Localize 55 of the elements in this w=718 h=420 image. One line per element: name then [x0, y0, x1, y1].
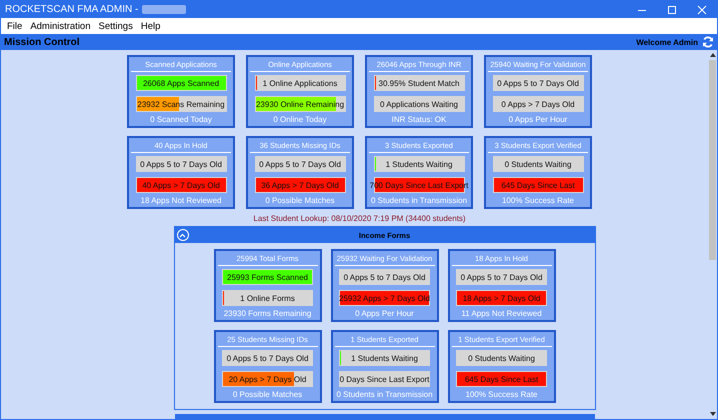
card-footer: 100% Success Rate	[502, 196, 574, 205]
scroll-down-icon[interactable]	[710, 412, 716, 416]
menu-item[interactable]: Help	[136, 20, 164, 32]
card-footer: 0 Apps Per Hour	[508, 115, 568, 124]
card-footer: INR Status: OK	[392, 115, 446, 124]
bar-label: 0 Apps 5 to 7 Days Old	[460, 272, 542, 282]
bar-label: 0 Apps 5 to 7 Days Old	[226, 354, 308, 362]
collapse-button[interactable]	[176, 229, 188, 241]
page-title: Mission Control	[4, 36, 80, 48]
bar-label: 36 Apps > 7 Days Old	[261, 180, 339, 190]
card-footer: 11 Apps Not Reviewed	[461, 309, 542, 318]
blurred-text	[142, 5, 186, 14]
bar-label: 1 Online Applications	[262, 78, 338, 88]
bar-label: 1 Online Forms	[240, 294, 295, 302]
scrollbar[interactable]	[708, 50, 717, 419]
bar-label: 40 Apps > 7 Days Old	[142, 180, 220, 190]
card-footer: 18 Apps Not Reviewed	[140, 196, 222, 205]
card-footer: 0 Students in Transmission	[336, 390, 433, 399]
maximize-icon	[667, 4, 677, 14]
bar-label: 26068 Apps Scanned	[142, 78, 220, 88]
scroll-up-icon[interactable]	[710, 53, 716, 57]
scroll-thumb[interactable]	[709, 60, 716, 260]
card-footer: 23930 Forms Remaining	[224, 309, 312, 318]
card-footer: 100% Success Rate	[465, 390, 538, 399]
bar-label: 0 Apps 5 to 7 Days Old	[497, 78, 579, 88]
bar-label: 645 Days Since Last	[501, 180, 575, 190]
menu-item[interactable]: File	[3, 20, 26, 32]
card-footer: 0 Scanned Today	[150, 115, 212, 124]
close-icon	[697, 4, 707, 14]
bar-label: 1 Students Waiting	[351, 354, 418, 362]
bar-label: 0 Apps > 7 Days Old	[501, 100, 575, 108]
menu-item[interactable]: Settings	[94, 20, 137, 32]
bar-label: 30.95% Student Match	[378, 78, 460, 88]
window-title: ROCKETSCAN FMA ADMIN -	[5, 4, 138, 15]
bar-label: 20 Apps > 7 Days Old	[228, 374, 306, 384]
last-lookup-text: Last Student Lookup: 08/10/2020 7:19 PM (34400 students)	[253, 214, 466, 223]
card-footer: 0 Students in Transmission	[370, 196, 468, 205]
bar-label: 645 Days Since Last	[464, 374, 538, 384]
card-footer: 0 Possible Matches	[265, 196, 335, 205]
bar-label: 1 Students Waiting	[386, 160, 452, 168]
bar-label: 0 Applications Waiting	[380, 100, 458, 108]
card-footer: 0 Online Today	[273, 115, 327, 124]
bar-label: 25993 Forms Scanned	[227, 272, 308, 282]
bar-label: 0 Apps 5 to 7 Days Old	[259, 160, 341, 168]
bar-label: 0 Days Since Last Export	[340, 374, 430, 384]
card-footer: 0 Possible Matches	[232, 390, 302, 399]
bar-label: 18 Apps > 7 Days Old	[462, 294, 540, 302]
welcome-text: Welcome Admin	[636, 38, 698, 46]
bar-label: 0 Students Waiting	[504, 160, 572, 168]
refresh-icon[interactable]	[702, 36, 714, 48]
card-footer: 0 Apps Per Hour	[355, 309, 414, 318]
bar-label: 0 Apps 5 to 7 Days Old	[344, 272, 426, 282]
bar-label: 0 Apps 5 to 7 Days Old	[140, 160, 222, 168]
bar-label: 0 Students Waiting	[468, 354, 535, 362]
menu-item[interactable]: Administration	[26, 20, 95, 32]
